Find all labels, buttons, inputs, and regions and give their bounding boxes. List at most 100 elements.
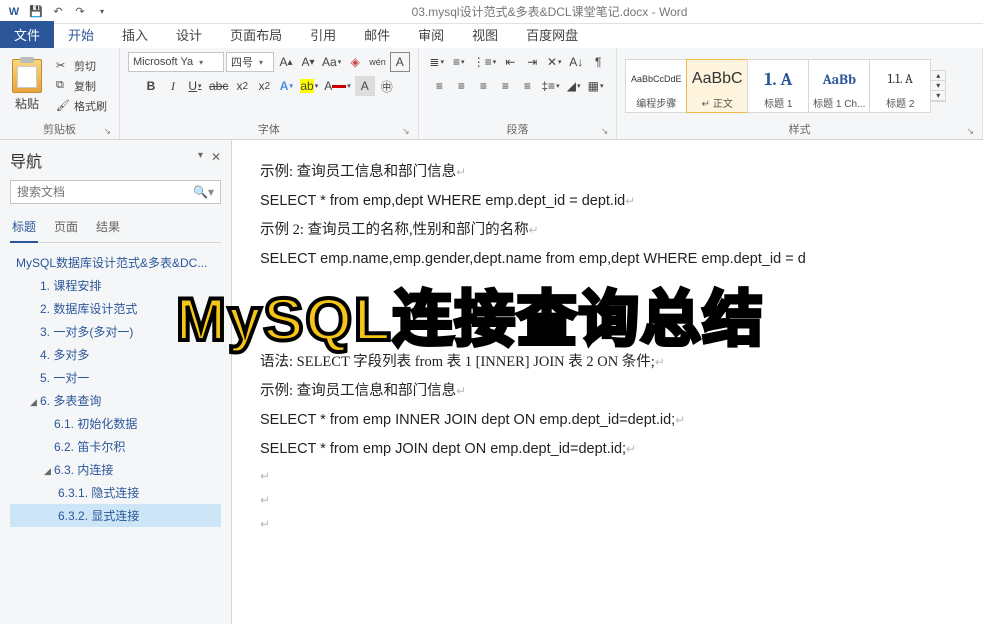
nav-tab-pages[interactable]: 页面 — [52, 214, 80, 242]
search-field[interactable] — [17, 185, 193, 199]
tree-item[interactable]: 2. 数据库设计范式 — [10, 297, 221, 320]
grow-font-button[interactable]: A▴ — [276, 52, 296, 72]
show-marks-button[interactable]: ¶ — [588, 52, 608, 72]
justify-button[interactable]: ≡ — [495, 76, 515, 96]
borders-button[interactable]: ▦▾ — [586, 76, 606, 96]
bold-button[interactable]: B — [141, 76, 161, 96]
numbering-button[interactable]: ≡▾ — [449, 52, 469, 72]
highlight-button[interactable]: ab▾ — [298, 76, 320, 96]
tab-references[interactable]: 引用 — [296, 21, 350, 48]
tab-file[interactable]: 文件 — [0, 21, 54, 48]
text-direction-button[interactable]: ✕▾ — [544, 52, 564, 72]
sort-button[interactable]: A↓ — [566, 52, 586, 72]
save-icon[interactable]: 💾 — [28, 4, 44, 20]
paragraph-launcher-icon[interactable]: ↘ — [601, 126, 609, 137]
quick-access-toolbar: W 💾 ↶ ↷ ▾ — [0, 4, 116, 20]
format-painter-button[interactable]: 🖌格式刷 — [52, 97, 111, 115]
style-item-heading1[interactable]: 1. A标题 1 — [747, 59, 809, 113]
nav-tab-headings[interactable]: 标题 — [10, 214, 38, 243]
styles-more-icon[interactable]: ▾ — [931, 91, 945, 101]
tree-item[interactable]: MySQL数据库设计范式&多表&DC... — [10, 251, 221, 274]
subscript-button[interactable]: x2 — [232, 76, 252, 96]
tree-item[interactable]: ◢6.3. 内连接 — [10, 458, 221, 481]
styles-launcher-icon[interactable]: ↘ — [966, 126, 974, 137]
style-item-normal[interactable]: AaBbC↵ 正文 — [686, 59, 748, 113]
para-mark-icon: ↵ — [260, 512, 969, 536]
tab-insert[interactable]: 插入 — [108, 21, 162, 48]
indent-right-button[interactable]: ⇥ — [522, 52, 542, 72]
tree-item[interactable]: 1. 课程安排 — [10, 274, 221, 297]
char-border-button[interactable]: A — [390, 52, 410, 72]
tab-review[interactable]: 审阅 — [404, 21, 458, 48]
bullets-button[interactable]: ≣▾ — [427, 52, 447, 72]
undo-icon[interactable]: ↶ — [50, 4, 66, 20]
group-label-paragraph: 段落↘ — [427, 119, 609, 137]
enclose-char-button[interactable]: ㊥ — [377, 76, 397, 96]
style-item-heading2[interactable]: 1.1. A标题 2 — [869, 59, 931, 113]
styles-down-icon[interactable]: ▾ — [931, 81, 945, 91]
indent-left-button[interactable]: ⇤ — [500, 52, 520, 72]
nav-tab-results[interactable]: 结果 — [94, 214, 122, 242]
nav-title: 导航 — [10, 148, 221, 172]
nav-dropdown-icon[interactable]: ▾ — [198, 150, 203, 161]
superscript-button[interactable]: x2 — [254, 76, 274, 96]
close-icon[interactable]: ✕ — [211, 150, 221, 164]
char-shading-button[interactable]: A — [355, 76, 375, 96]
font-color-button[interactable]: A▾ — [322, 76, 353, 96]
tab-mail[interactable]: 邮件 — [350, 21, 404, 48]
tree-item[interactable]: 4. 多对多 — [10, 343, 221, 366]
align-right-button[interactable]: ≡ — [473, 76, 493, 96]
tree-item[interactable]: ◢6. 多表查询 — [10, 389, 221, 412]
italic-button[interactable]: I — [163, 76, 183, 96]
tab-baidu[interactable]: 百度网盘 — [512, 21, 592, 48]
font-launcher-icon[interactable]: ↘ — [402, 126, 410, 137]
word-icon: W — [6, 4, 22, 20]
ribbon: 粘贴 ✂剪切 ⧉复制 🖌格式刷 剪贴板↘ Microsoft Ya▾ 四号▾ A… — [0, 48, 983, 140]
document-body[interactable]: 示例: 查询员工信息和部门信息↵ SELECT * from emp,dept … — [232, 140, 983, 624]
tab-home[interactable]: 开始 — [54, 21, 108, 48]
shrink-font-button[interactable]: A▾ — [298, 52, 318, 72]
paste-button[interactable]: 粘贴 — [8, 57, 46, 114]
clear-format-button[interactable]: ◈ — [345, 52, 365, 72]
group-styles: AaBbCcDdE编程步骤 AaBbC↵ 正文 1. A标题 1 AaBb标题 … — [617, 48, 983, 139]
para-mark-icon: ↵ — [260, 464, 969, 488]
style-item-programming[interactable]: AaBbCcDdE编程步骤 — [625, 59, 687, 113]
tree-item[interactable]: 6.3.2. 显式连接 — [10, 504, 221, 527]
tree-item[interactable]: 6.2. 笛卡尔积 — [10, 435, 221, 458]
style-item-heading1ch[interactable]: AaBb标题 1 Ch... — [808, 59, 870, 113]
doc-line: SELECT * from emp JOIN dept ON emp.dept_… — [260, 441, 626, 457]
redo-icon[interactable]: ↷ — [72, 4, 88, 20]
shading-button[interactable]: ◢▾ — [564, 76, 584, 96]
tab-layout[interactable]: 页面布局 — [216, 21, 296, 48]
font-size-combo[interactable]: 四号▾ — [226, 52, 274, 72]
multilevel-button[interactable]: ⋮≡▾ — [471, 52, 499, 72]
tree-item[interactable]: 6.3.1. 隐式连接 — [10, 481, 221, 504]
collapse-icon[interactable]: ◢ — [30, 397, 40, 408]
cut-button[interactable]: ✂剪切 — [52, 57, 111, 75]
text-effects-button[interactable]: A▾ — [276, 76, 296, 96]
collapse-icon[interactable]: ◢ — [44, 466, 54, 477]
para-mark-icon: ↵ — [529, 223, 539, 237]
styles-up-icon[interactable]: ▴ — [931, 71, 945, 81]
tree-item[interactable]: 3. 一对多(多对一) — [10, 320, 221, 343]
qat-more-icon[interactable]: ▾ — [94, 4, 110, 20]
align-center-button[interactable]: ≡ — [451, 76, 471, 96]
tab-design[interactable]: 设计 — [162, 21, 216, 48]
tab-view[interactable]: 视图 — [458, 21, 512, 48]
search-input[interactable]: 🔍▾ — [10, 180, 221, 204]
search-icon[interactable]: 🔍▾ — [193, 185, 214, 199]
scissors-icon: ✂ — [56, 59, 70, 73]
align-left-button[interactable]: ≡ — [429, 76, 449, 96]
copy-button[interactable]: ⧉复制 — [52, 77, 111, 95]
underline-button[interactable]: U▾ — [185, 76, 205, 96]
clipboard-launcher-icon[interactable]: ↘ — [103, 126, 111, 137]
tree-item[interactable]: 5. 一对一 — [10, 366, 221, 389]
strike-button[interactable]: abc — [207, 76, 230, 96]
line-spacing-button[interactable]: ‡≡▾ — [539, 76, 561, 96]
para-mark-icon: ↵ — [260, 488, 969, 512]
font-name-combo[interactable]: Microsoft Ya▾ — [128, 52, 224, 72]
distribute-button[interactable]: ≡ — [517, 76, 537, 96]
tree-item[interactable]: 6.1. 初始化数据 — [10, 412, 221, 435]
phonetic-button[interactable]: wén — [367, 52, 388, 72]
change-case-button[interactable]: Aa▾ — [320, 52, 343, 72]
